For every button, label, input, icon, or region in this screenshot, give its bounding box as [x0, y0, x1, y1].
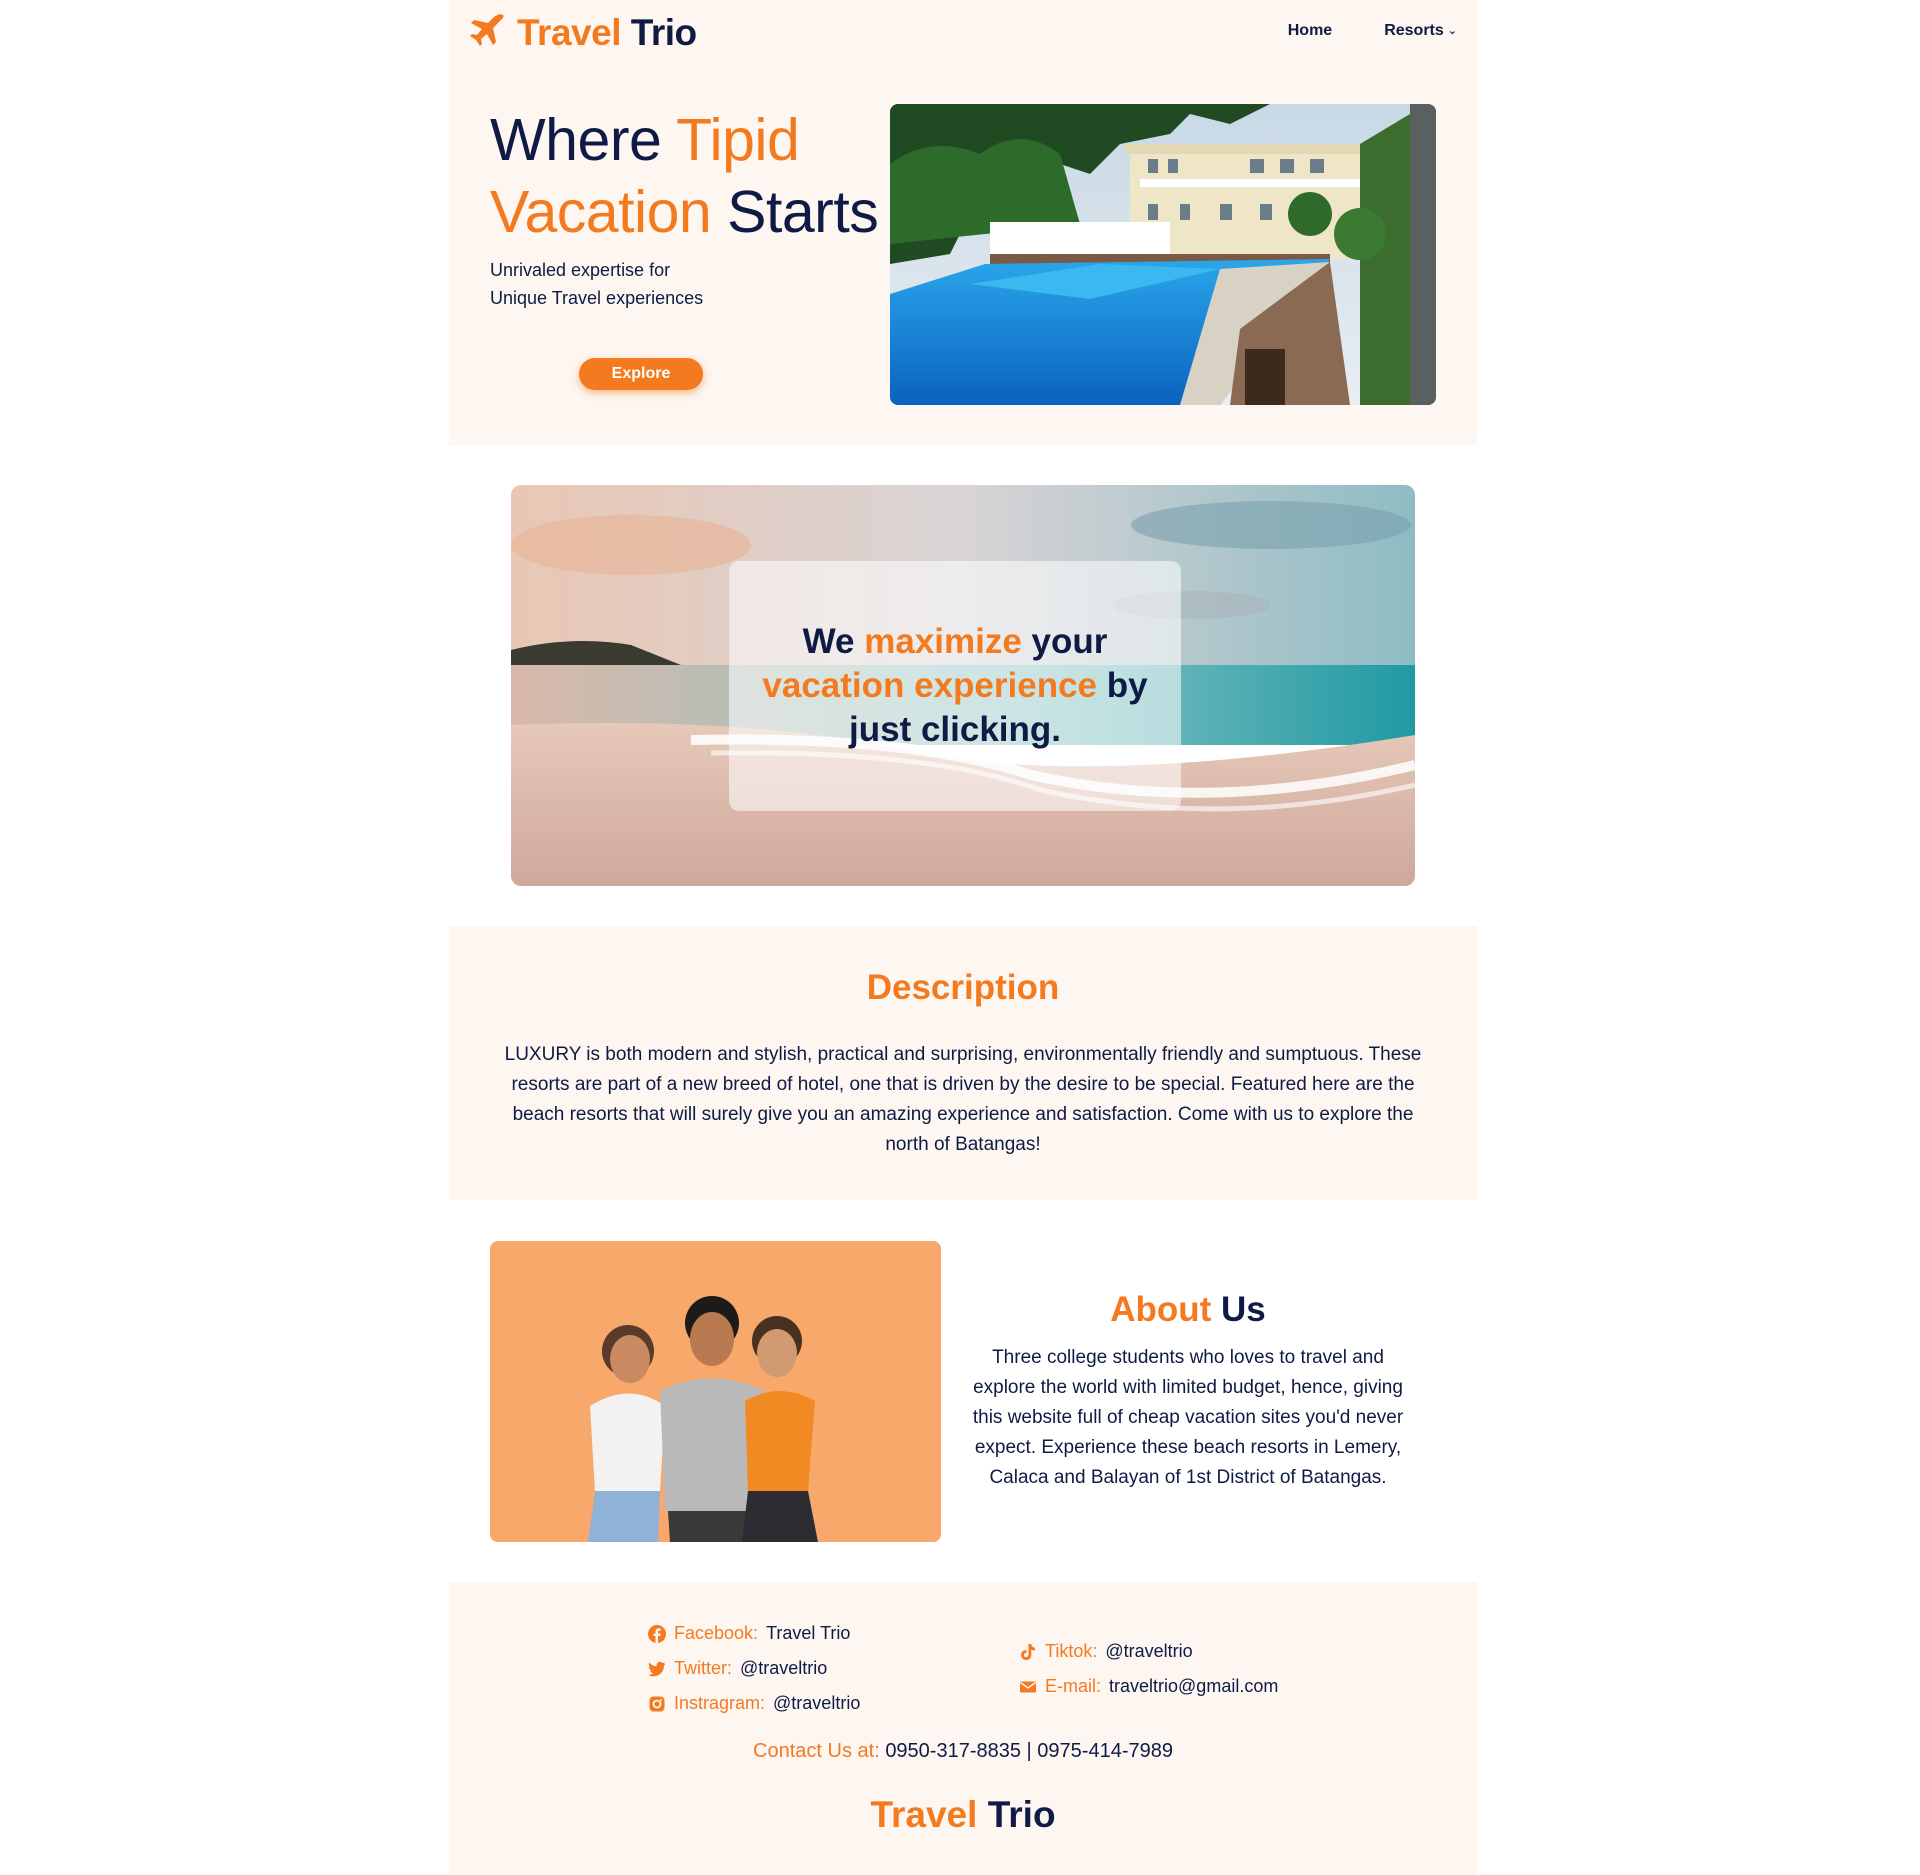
hero-subtitle-line: Unrivaled expertise for [490, 260, 671, 280]
hero-title: Where Tipid Vacation Starts [490, 104, 879, 248]
resort-pool-image [890, 104, 1436, 405]
hero-subtitle-line: Unique Travel experiences [490, 288, 704, 308]
banner-text-highlight: maximize [864, 622, 1022, 661]
about-title-part: Us [1211, 1290, 1266, 1329]
contact-numbers: Contact Us at: 0950-317-8835 | 0975-414-… [449, 1740, 1477, 1763]
tiktok-value: @traveltrio [1105, 1641, 1193, 1661]
beach-banner: We maximize your vacation experience by … [511, 485, 1415, 886]
hero-title-part: Starts [711, 179, 879, 245]
twitter-label: Twitter: [674, 1658, 733, 1678]
tiktok-link[interactable]: Tiktok: @traveltrio [1019, 1634, 1278, 1669]
twitter-link[interactable]: Twitter: @traveltrio [648, 1651, 860, 1686]
about-title: About Us [962, 1290, 1414, 1330]
hero-section: Travel Trio Home Resorts ⌄ Where Tipid Va… [449, 0, 1477, 445]
hero-title-highlight: Vacation [490, 179, 712, 245]
email-value: traveltrio@gmail.com [1109, 1676, 1279, 1696]
hero-subtitle: Unrivaled expertise for Unique Travel ex… [490, 256, 750, 312]
footer-brand[interactable]: Travel Trio [449, 1794, 1477, 1836]
contact-value: 0950-317-8835 | 0975-414-7989 [885, 1740, 1173, 1762]
twitter-icon [648, 1660, 666, 1678]
nav-resorts-dropdown[interactable]: Resorts ⌄ [1384, 22, 1457, 40]
description-body: LUXURY is both modern and stylish, pract… [504, 1044, 1422, 1155]
brand-second-word: Trio [630, 12, 697, 53]
footer: Facebook: Travel Trio Twitter: @traveltr… [449, 1582, 1477, 1875]
instagram-value: @traveltrio [773, 1693, 861, 1713]
tiktok-label: Tiktok: [1045, 1641, 1098, 1661]
airplane-icon [469, 13, 505, 53]
facebook-link[interactable]: Facebook: Travel Trio [648, 1616, 860, 1651]
nav-home-link[interactable]: Home [1288, 22, 1332, 40]
banner-text-part: We [802, 622, 865, 661]
banner-card: We maximize your vacation experience by … [729, 561, 1181, 811]
about-title-highlight: About [1110, 1290, 1212, 1329]
description-title: Description [866, 968, 1060, 1007]
team-photo [490, 1241, 941, 1542]
instagram-label: Instragram: [674, 1693, 766, 1713]
facebook-icon [648, 1624, 666, 1643]
about-body: Three college students who loves to trav… [972, 1347, 1404, 1488]
contact-label: Contact Us at: [753, 1740, 880, 1762]
banner-headline: We maximize your vacation experience by … [755, 620, 1155, 752]
mail-icon [1019, 1678, 1037, 1696]
banner-text-highlight: vacation experience [762, 666, 1098, 705]
description-section: Description LUXURY is both modern and st… [449, 926, 1477, 1200]
social-links-right: Tiktok: @traveltrio E-mail: traveltrio@g… [1019, 1634, 1278, 1704]
main-nav: Home Resorts ⌄ [1288, 22, 1457, 40]
hero-title-highlight: Tipid [676, 107, 800, 173]
footer-brand-first-word: Travel [870, 1794, 978, 1835]
banner-text-part: your [1021, 622, 1108, 661]
brand-first-word: Travel [517, 12, 621, 53]
email-link[interactable]: E-mail: traveltrio@gmail.com [1019, 1669, 1278, 1704]
facebook-value: Travel Trio [766, 1623, 851, 1643]
tiktok-icon [1019, 1643, 1037, 1661]
footer-brand-second-word: Trio [987, 1794, 1056, 1835]
social-links-left: Facebook: Travel Trio Twitter: @traveltr… [648, 1616, 860, 1721]
explore-button[interactable]: Explore [579, 358, 703, 390]
email-label: E-mail: [1045, 1676, 1102, 1696]
instagram-icon [648, 1695, 666, 1713]
brand-name: Travel Trio [517, 12, 697, 54]
instagram-link[interactable]: Instragram: @traveltrio [648, 1686, 860, 1721]
chevron-down-icon: ⌄ [1447, 25, 1457, 37]
nav-resorts-label: Resorts [1384, 22, 1444, 39]
facebook-label: Facebook: [674, 1623, 759, 1643]
hero-title-part: Where [490, 107, 677, 173]
twitter-value: @traveltrio [740, 1658, 828, 1678]
brand-logo[interactable]: Travel Trio [469, 12, 697, 54]
